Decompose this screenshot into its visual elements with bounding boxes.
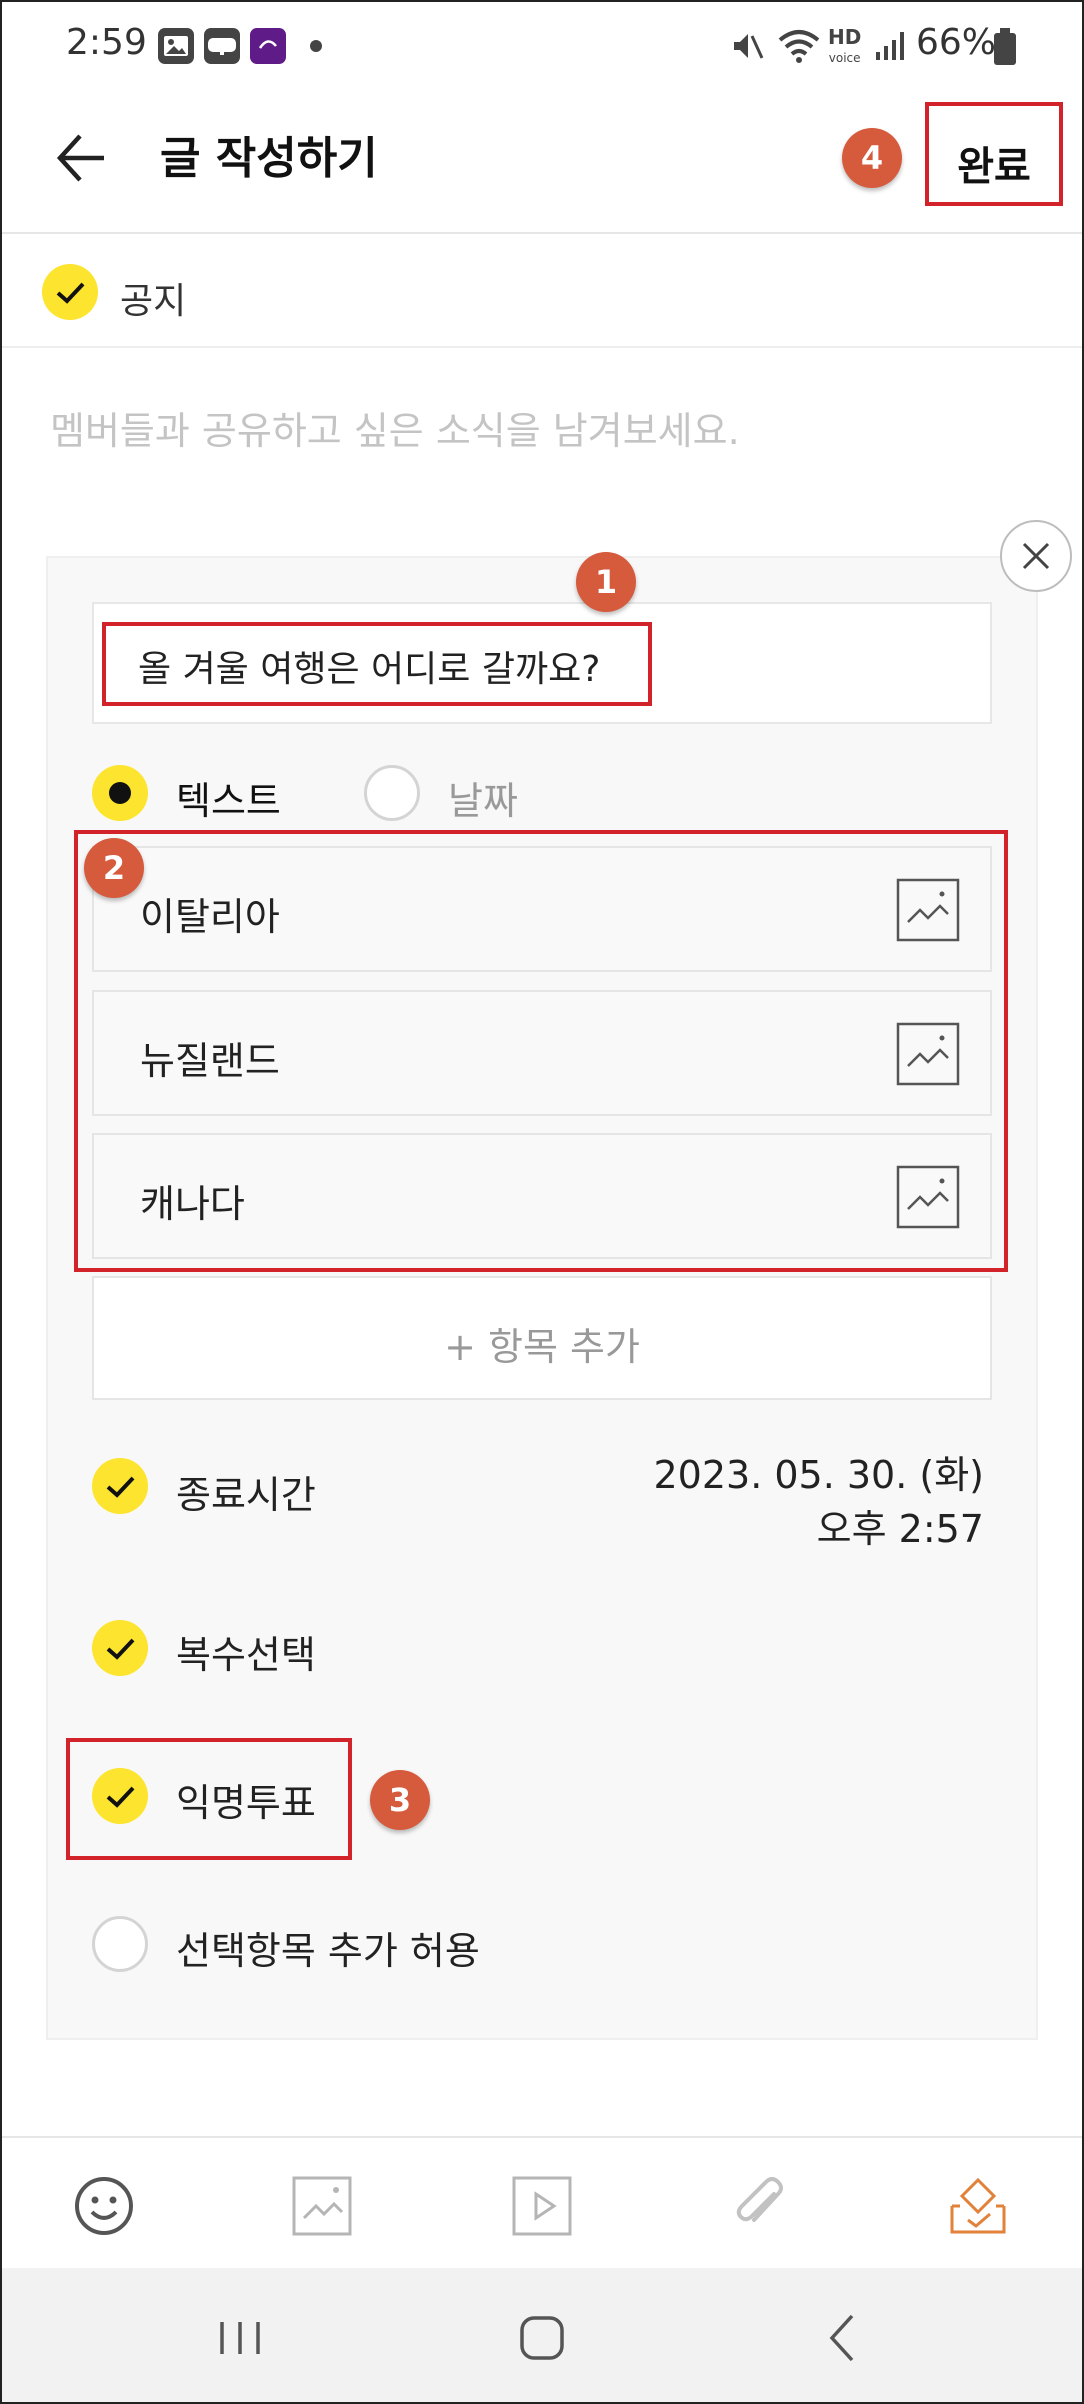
page-title: 글 작성하기 — [160, 133, 378, 184]
image-icon[interactable] — [290, 2174, 354, 2238]
highlight-box-anonymous — [66, 1738, 352, 1860]
done-button[interactable]: 완료 — [925, 102, 1063, 206]
app-header: 글 작성하기 완료 — [0, 92, 1084, 234]
add-option-label: + 항목 추가 — [444, 1325, 640, 1369]
done-button-label: 완료 — [957, 144, 1031, 190]
status-time: 2:59 — [66, 22, 147, 63]
hd-voice-icon: HD voice — [828, 25, 862, 65]
callout-4: 4 — [842, 128, 902, 188]
callout-1: 1 — [576, 552, 636, 612]
status-bar: 2:59 HD voice 66% — [0, 0, 1084, 92]
add-option-button[interactable]: + 항목 추가 — [92, 1276, 992, 1400]
close-poll-button[interactable] — [1000, 520, 1072, 592]
end-time-check-icon[interactable] — [92, 1458, 148, 1514]
signal-icon — [872, 28, 908, 68]
poll-question-text: 올 겨울 여행은 어디로 갈까요? — [138, 649, 601, 690]
type-date-radio[interactable] — [364, 765, 420, 821]
back-arrow-icon[interactable] — [52, 128, 112, 188]
image-notification-icon — [158, 28, 194, 64]
notice-label: 공지 — [120, 281, 187, 322]
kurly-notification-icon — [250, 28, 286, 64]
multiple-choice-label: 복수선택 — [176, 1633, 316, 1677]
end-time-text: 오후 2:57 — [816, 1507, 984, 1551]
battery-percent: 66% — [916, 22, 997, 63]
hd-label: HD — [828, 25, 862, 49]
type-date-label: 날짜 — [448, 779, 518, 823]
editor-toolbar — [0, 2136, 1084, 2268]
type-text-label: 텍스트 — [176, 779, 281, 823]
nav-back-icon[interactable] — [814, 2308, 874, 2368]
home-icon[interactable] — [512, 2308, 572, 2368]
emoji-icon[interactable] — [72, 2174, 136, 2238]
content-input[interactable]: 멤버들과 공유하고 싶은 소식을 남겨보세요. — [50, 400, 740, 455]
vote-icon[interactable] — [946, 2174, 1010, 2238]
multiple-choice-check-icon[interactable] — [92, 1620, 148, 1676]
attach-icon[interactable] — [728, 2174, 792, 2238]
callout-3: 3 — [370, 1770, 430, 1830]
notice-check-icon[interactable] — [42, 264, 98, 320]
mute-icon — [730, 28, 766, 68]
battery-icon — [992, 28, 1018, 72]
callout-2: 2 — [84, 838, 144, 898]
end-time-label: 종료시간 — [176, 1473, 316, 1517]
system-nav-bar — [0, 2268, 1084, 2404]
video-icon[interactable] — [510, 2174, 574, 2238]
type-text-radio[interactable] — [92, 765, 148, 821]
close-icon — [1022, 542, 1050, 570]
notice-toggle-row[interactable]: 공지 — [0, 236, 1084, 348]
end-time-value[interactable]: 2023. 05. 30. (화) 오후 2:57 — [654, 1448, 985, 1556]
blog-notification-icon — [204, 28, 240, 64]
allow-add-check-icon[interactable] — [92, 1916, 148, 1972]
highlight-box-options — [74, 830, 1008, 1272]
wifi-icon — [776, 26, 822, 70]
allow-add-label: 선택항목 추가 허용 — [176, 1929, 480, 1973]
end-date-text: 2023. 05. 30. (화) — [653, 1453, 985, 1497]
more-notifications-dot — [310, 40, 322, 52]
recent-apps-icon[interactable] — [210, 2308, 270, 2368]
